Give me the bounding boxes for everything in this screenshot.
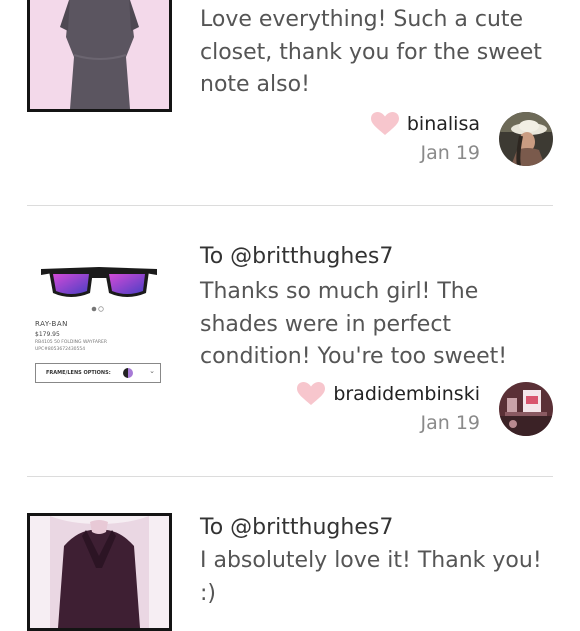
review-card: RAY-BAN $179.95 RB4105 50 FOLDING WAYFAR… — [0, 206, 580, 476]
review-card: Love everything! Such a cute closet, tha… — [0, 0, 580, 205]
message-line: shades were in perfect — [200, 311, 452, 337]
sunglasses-photo — [41, 267, 157, 297]
message-line: note also! — [200, 72, 310, 97]
color-swatch — [123, 368, 133, 378]
listing-thumbnail[interactable]: RAY-BAN $179.95 RB4105 50 FOLDING WAYFAR… — [27, 243, 172, 387]
review-message: Love everything! Such a cute closet, tha… — [200, 4, 560, 102]
message-line: Thanks so much girl! The — [200, 279, 479, 304]
reviewer-row[interactable]: bradidembinski — [297, 382, 480, 406]
review-message: Thanks so much girl! The shades were in … — [200, 276, 560, 374]
review-date: Jan 19 — [420, 142, 480, 164]
chevron-down-icon: ⌄ — [149, 367, 155, 375]
coat-photo — [30, 516, 169, 628]
gray-top-photo — [30, 0, 169, 109]
product-model: RB4105 50 FOLDING WAYFARER — [35, 340, 107, 345]
message-line: closet, thank you for the sweet — [200, 39, 542, 65]
reviewer-username[interactable]: bradidembinski — [333, 383, 480, 405]
avatar-image — [499, 112, 553, 166]
message-line: condition! You're too sweet! — [200, 344, 508, 369]
review-recipient[interactable]: To @britthughes7 — [200, 244, 393, 269]
listing-thumbnail[interactable] — [27, 0, 172, 112]
heart-icon[interactable] — [297, 382, 326, 406]
heart-icon[interactable] — [370, 112, 399, 136]
message-line: Love everything! Such a cute — [200, 7, 524, 32]
review-card: To @britthughes7 I absolutely love it! T… — [0, 477, 580, 631]
product-brand: RAY-BAN — [35, 320, 68, 328]
reviewer-username[interactable]: binalisa — [407, 113, 480, 135]
image-pager-dots — [91, 306, 104, 312]
reviewer-row[interactable]: binalisa — [370, 112, 480, 136]
product-upc: UPC#8053672430554 — [35, 347, 86, 352]
message-line: I absolutely love it! Thank you! :) — [200, 548, 542, 606]
review-message: I absolutely love it! Thank you! :) — [200, 545, 560, 610]
product-price: $179.95 — [35, 331, 60, 338]
review-recipient[interactable]: To @britthughes7 — [200, 515, 393, 540]
listing-thumbnail[interactable] — [27, 513, 172, 631]
avatar-image — [499, 382, 553, 436]
avatar[interactable] — [499, 382, 553, 436]
review-date: Jan 19 — [420, 412, 480, 434]
select-label: FRAME/LENS OPTIONS: — [46, 370, 111, 376]
frame-lens-select: FRAME/LENS OPTIONS: ⌄ — [35, 363, 161, 383]
avatar[interactable] — [499, 112, 553, 166]
